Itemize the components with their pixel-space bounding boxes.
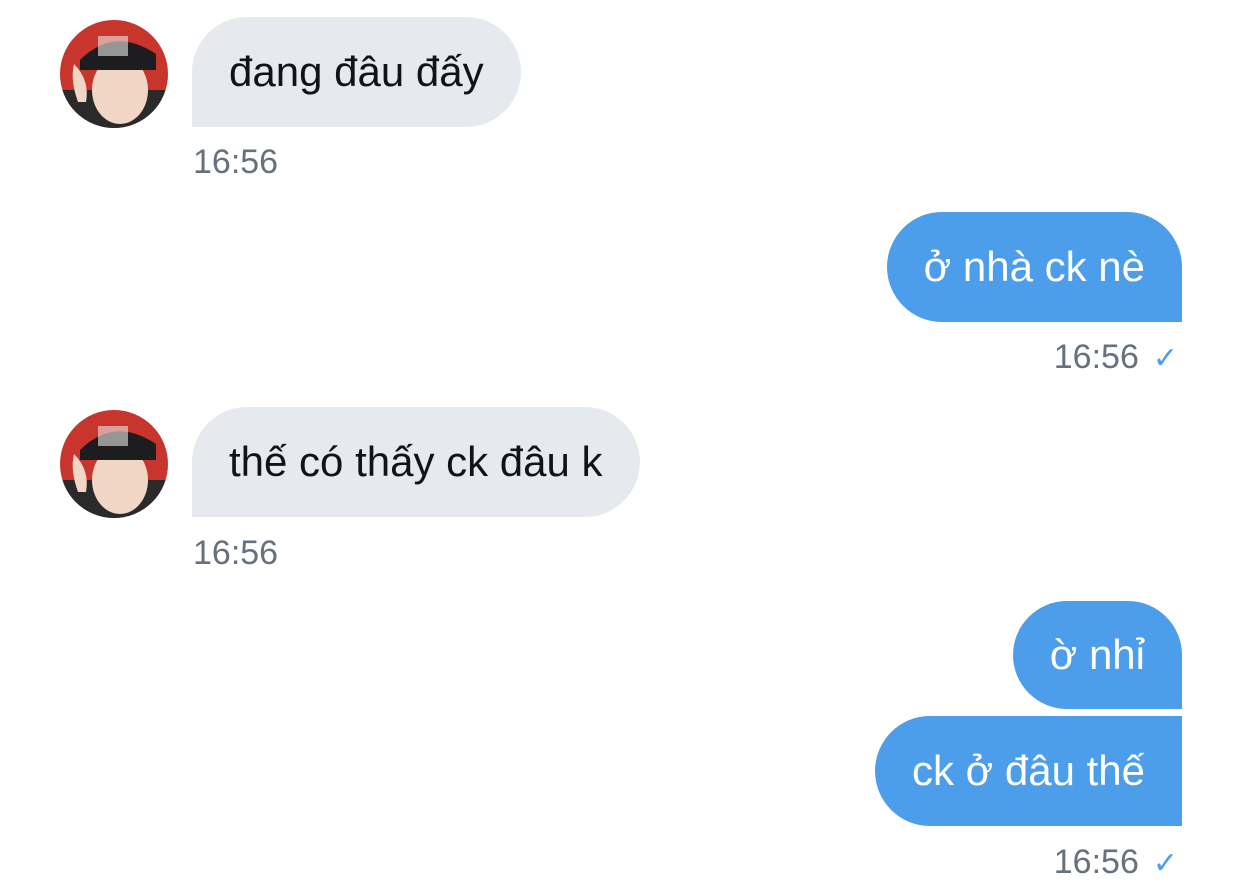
timestamp-text: 16:56 — [1053, 843, 1139, 881]
message-timestamp: 16:56 — [193, 142, 278, 182]
timestamp-text: 16:56 — [1053, 338, 1139, 376]
message-timestamp: 16:56 ✓ — [1054, 337, 1178, 379]
message-bubble-incoming[interactable]: đang đâu đấy — [192, 17, 521, 127]
avatar-photo — [60, 20, 168, 128]
message-bubble-outgoing[interactable]: ở nhà ck nè — [886, 212, 1182, 322]
message-bubble-outgoing[interactable]: ck ở đâu thế — [874, 716, 1182, 826]
message-bubble-outgoing[interactable]: ờ nhỉ — [1012, 601, 1182, 709]
avatar-photo — [60, 410, 168, 518]
message-timestamp: 16:56 — [193, 533, 278, 573]
checkmark-icon: ✓ — [1152, 847, 1178, 880]
checkmark-icon: ✓ — [1152, 342, 1178, 375]
avatar[interactable] — [60, 410, 168, 518]
timestamp-text: 16:56 — [193, 534, 279, 572]
timestamp-text: 16:56 — [193, 143, 279, 181]
avatar[interactable] — [60, 20, 168, 128]
message-timestamp: 16:56 ✓ — [1054, 842, 1178, 884]
message-bubble-incoming[interactable]: thế có thấy ck đâu k — [192, 407, 640, 517]
